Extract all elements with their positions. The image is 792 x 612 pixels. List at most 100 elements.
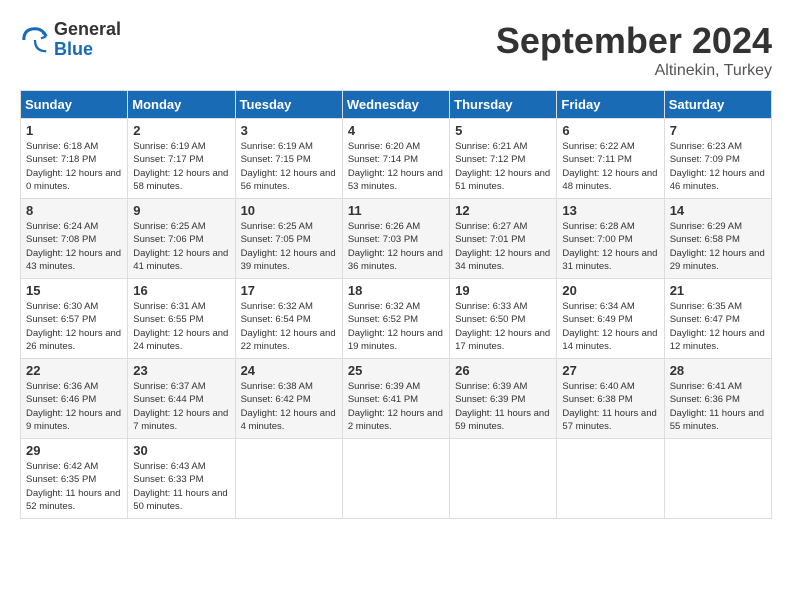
table-row: 25 Sunrise: 6:39 AM Sunset: 6:41 PM Dayl…: [342, 359, 449, 439]
day-info: Sunrise: 6:39 AM Sunset: 6:39 PM Dayligh…: [455, 380, 551, 433]
day-info: Sunrise: 6:26 AM Sunset: 7:03 PM Dayligh…: [348, 220, 444, 273]
table-row: 28 Sunrise: 6:41 AM Sunset: 6:36 PM Dayl…: [664, 359, 771, 439]
table-row: [557, 439, 664, 519]
day-info: Sunrise: 6:37 AM Sunset: 6:44 PM Dayligh…: [133, 380, 229, 433]
header-sunday: Sunday: [21, 91, 128, 119]
day-number: 25: [348, 363, 444, 378]
table-row: [664, 439, 771, 519]
day-info: Sunrise: 6:41 AM Sunset: 6:36 PM Dayligh…: [670, 380, 766, 433]
logo-blue: Blue: [54, 40, 121, 60]
day-info: Sunrise: 6:39 AM Sunset: 6:41 PM Dayligh…: [348, 380, 444, 433]
day-info: Sunrise: 6:42 AM Sunset: 6:35 PM Dayligh…: [26, 460, 122, 513]
day-number: 2: [133, 123, 229, 138]
day-number: 10: [241, 203, 337, 218]
day-number: 29: [26, 443, 122, 458]
logo-general: General: [54, 20, 121, 40]
table-row: 19 Sunrise: 6:33 AM Sunset: 6:50 PM Dayl…: [450, 279, 557, 359]
day-info: Sunrise: 6:19 AM Sunset: 7:15 PM Dayligh…: [241, 140, 337, 193]
table-row: 16 Sunrise: 6:31 AM Sunset: 6:55 PM Dayl…: [128, 279, 235, 359]
day-number: 6: [562, 123, 658, 138]
day-number: 27: [562, 363, 658, 378]
day-info: Sunrise: 6:36 AM Sunset: 6:46 PM Dayligh…: [26, 380, 122, 433]
calendar-week-row: 8 Sunrise: 6:24 AM Sunset: 7:08 PM Dayli…: [21, 199, 772, 279]
day-number: 28: [670, 363, 766, 378]
day-info: Sunrise: 6:25 AM Sunset: 7:06 PM Dayligh…: [133, 220, 229, 273]
table-row: 13 Sunrise: 6:28 AM Sunset: 7:00 PM Dayl…: [557, 199, 664, 279]
day-number: 7: [670, 123, 766, 138]
logo-text: General Blue: [54, 20, 121, 60]
day-number: 16: [133, 283, 229, 298]
day-info: Sunrise: 6:33 AM Sunset: 6:50 PM Dayligh…: [455, 300, 551, 353]
table-row: 27 Sunrise: 6:40 AM Sunset: 6:38 PM Dayl…: [557, 359, 664, 439]
table-row: 29 Sunrise: 6:42 AM Sunset: 6:35 PM Dayl…: [21, 439, 128, 519]
calendar-week-row: 15 Sunrise: 6:30 AM Sunset: 6:57 PM Dayl…: [21, 279, 772, 359]
day-info: Sunrise: 6:32 AM Sunset: 6:54 PM Dayligh…: [241, 300, 337, 353]
logo: General Blue: [20, 20, 121, 60]
day-info: Sunrise: 6:35 AM Sunset: 6:47 PM Dayligh…: [670, 300, 766, 353]
header-thursday: Thursday: [450, 91, 557, 119]
table-row: 4 Sunrise: 6:20 AM Sunset: 7:14 PM Dayli…: [342, 119, 449, 199]
day-info: Sunrise: 6:38 AM Sunset: 6:42 PM Dayligh…: [241, 380, 337, 433]
day-info: Sunrise: 6:34 AM Sunset: 6:49 PM Dayligh…: [562, 300, 658, 353]
day-number: 3: [241, 123, 337, 138]
day-number: 14: [670, 203, 766, 218]
table-row: 6 Sunrise: 6:22 AM Sunset: 7:11 PM Dayli…: [557, 119, 664, 199]
table-row: 5 Sunrise: 6:21 AM Sunset: 7:12 PM Dayli…: [450, 119, 557, 199]
table-row: 20 Sunrise: 6:34 AM Sunset: 6:49 PM Dayl…: [557, 279, 664, 359]
calendar-week-row: 1 Sunrise: 6:18 AM Sunset: 7:18 PM Dayli…: [21, 119, 772, 199]
day-info: Sunrise: 6:27 AM Sunset: 7:01 PM Dayligh…: [455, 220, 551, 273]
day-number: 30: [133, 443, 229, 458]
table-row: 22 Sunrise: 6:36 AM Sunset: 6:46 PM Dayl…: [21, 359, 128, 439]
table-row: 24 Sunrise: 6:38 AM Sunset: 6:42 PM Dayl…: [235, 359, 342, 439]
day-info: Sunrise: 6:25 AM Sunset: 7:05 PM Dayligh…: [241, 220, 337, 273]
table-row: 14 Sunrise: 6:29 AM Sunset: 6:58 PM Dayl…: [664, 199, 771, 279]
day-number: 19: [455, 283, 551, 298]
day-number: 9: [133, 203, 229, 218]
header-monday: Monday: [128, 91, 235, 119]
day-number: 24: [241, 363, 337, 378]
day-number: 11: [348, 203, 444, 218]
header-friday: Friday: [557, 91, 664, 119]
logo-icon: [20, 25, 50, 55]
calendar-week-row: 29 Sunrise: 6:42 AM Sunset: 6:35 PM Dayl…: [21, 439, 772, 519]
table-row: 26 Sunrise: 6:39 AM Sunset: 6:39 PM Dayl…: [450, 359, 557, 439]
table-row: 12 Sunrise: 6:27 AM Sunset: 7:01 PM Dayl…: [450, 199, 557, 279]
day-number: 15: [26, 283, 122, 298]
calendar-table: Sunday Monday Tuesday Wednesday Thursday…: [20, 90, 772, 519]
day-info: Sunrise: 6:18 AM Sunset: 7:18 PM Dayligh…: [26, 140, 122, 193]
day-number: 8: [26, 203, 122, 218]
table-row: 8 Sunrise: 6:24 AM Sunset: 7:08 PM Dayli…: [21, 199, 128, 279]
day-number: 13: [562, 203, 658, 218]
location: Altinekin, Turkey: [496, 62, 772, 80]
day-info: Sunrise: 6:32 AM Sunset: 6:52 PM Dayligh…: [348, 300, 444, 353]
day-number: 22: [26, 363, 122, 378]
day-info: Sunrise: 6:31 AM Sunset: 6:55 PM Dayligh…: [133, 300, 229, 353]
table-row: [342, 439, 449, 519]
day-info: Sunrise: 6:29 AM Sunset: 6:58 PM Dayligh…: [670, 220, 766, 273]
table-row: [235, 439, 342, 519]
day-info: Sunrise: 6:19 AM Sunset: 7:17 PM Dayligh…: [133, 140, 229, 193]
day-info: Sunrise: 6:23 AM Sunset: 7:09 PM Dayligh…: [670, 140, 766, 193]
table-row: [450, 439, 557, 519]
table-row: 1 Sunrise: 6:18 AM Sunset: 7:18 PM Dayli…: [21, 119, 128, 199]
table-row: 2 Sunrise: 6:19 AM Sunset: 7:17 PM Dayli…: [128, 119, 235, 199]
header-saturday: Saturday: [664, 91, 771, 119]
day-number: 23: [133, 363, 229, 378]
day-number: 5: [455, 123, 551, 138]
table-row: 11 Sunrise: 6:26 AM Sunset: 7:03 PM Dayl…: [342, 199, 449, 279]
calendar-header-row: Sunday Monday Tuesday Wednesday Thursday…: [21, 91, 772, 119]
month-title: September 2024: [496, 20, 772, 62]
table-row: 3 Sunrise: 6:19 AM Sunset: 7:15 PM Dayli…: [235, 119, 342, 199]
table-row: 21 Sunrise: 6:35 AM Sunset: 6:47 PM Dayl…: [664, 279, 771, 359]
day-info: Sunrise: 6:20 AM Sunset: 7:14 PM Dayligh…: [348, 140, 444, 193]
table-row: 9 Sunrise: 6:25 AM Sunset: 7:06 PM Dayli…: [128, 199, 235, 279]
day-info: Sunrise: 6:28 AM Sunset: 7:00 PM Dayligh…: [562, 220, 658, 273]
table-row: 10 Sunrise: 6:25 AM Sunset: 7:05 PM Dayl…: [235, 199, 342, 279]
day-info: Sunrise: 6:43 AM Sunset: 6:33 PM Dayligh…: [133, 460, 229, 513]
table-row: 30 Sunrise: 6:43 AM Sunset: 6:33 PM Dayl…: [128, 439, 235, 519]
header-tuesday: Tuesday: [235, 91, 342, 119]
day-number: 1: [26, 123, 122, 138]
day-info: Sunrise: 6:24 AM Sunset: 7:08 PM Dayligh…: [26, 220, 122, 273]
day-number: 12: [455, 203, 551, 218]
day-info: Sunrise: 6:30 AM Sunset: 6:57 PM Dayligh…: [26, 300, 122, 353]
